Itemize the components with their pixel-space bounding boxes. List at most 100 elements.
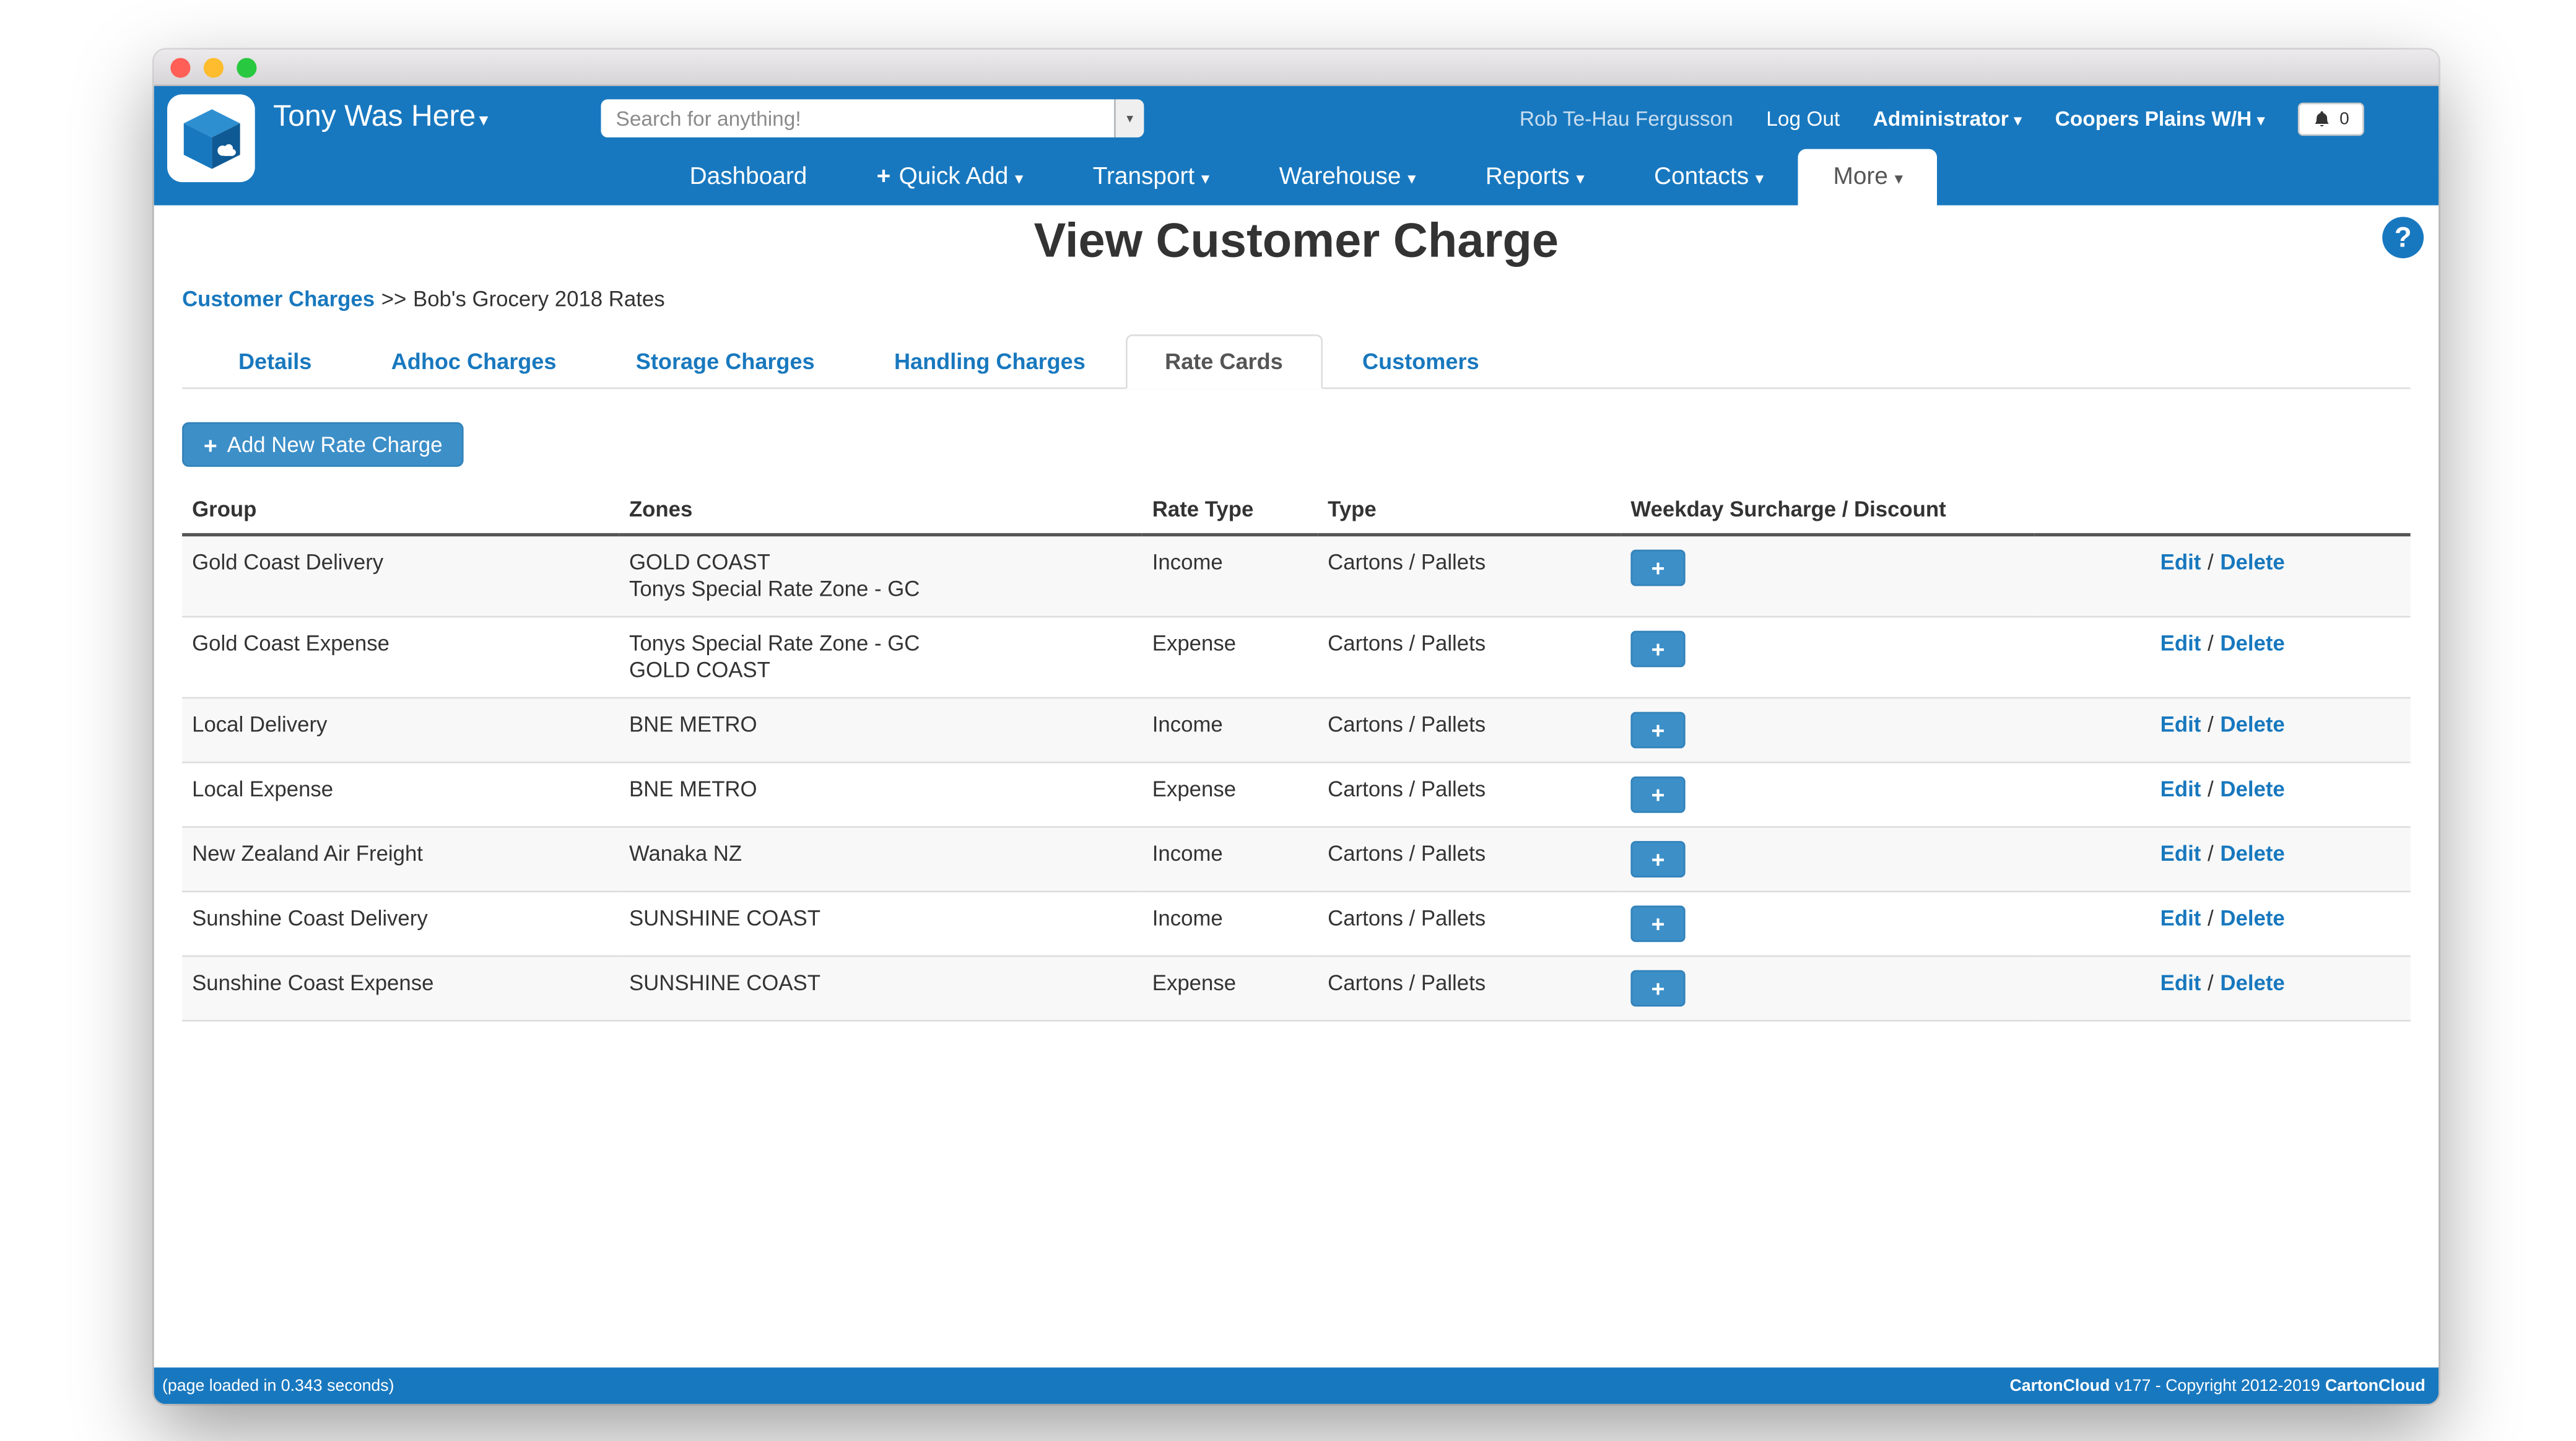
zoom-button[interactable] (237, 57, 257, 77)
current-user[interactable]: Rob Te-Hau Fergusson (1520, 108, 1733, 131)
action-separator: / (2208, 712, 2214, 737)
minimize-button[interactable] (203, 57, 224, 77)
nav-more[interactable]: More ▾ (1798, 149, 1938, 206)
caret-down-icon: ▾ (1576, 170, 1585, 189)
nav-label: Contacts (1654, 163, 1749, 191)
caret-down-icon: ▾ (1014, 170, 1024, 189)
add-weekday-surcharge-button[interactable]: + (1630, 549, 1686, 586)
cell-group: Gold Coast Expense (182, 616, 619, 699)
zone-line: BNE METRO (629, 712, 757, 737)
cell-rate-type: Income (1142, 534, 1318, 618)
window-titlebar (154, 50, 2439, 87)
cell-rate-type: Expense (1142, 616, 1318, 699)
caret-down-icon: ▾ (1408, 170, 1416, 189)
tab-storage-charges[interactable]: Storage Charges (596, 334, 855, 389)
nav-contacts[interactable]: Contacts ▾ (1619, 149, 1798, 206)
cell-type: Cartons / Pallets (1318, 891, 1621, 957)
notification-count: 0 (2339, 109, 2349, 129)
caret-down-icon: ▾ (1201, 170, 1210, 189)
delete-link[interactable]: Delete (2220, 841, 2284, 866)
cartoncloud-logo-icon[interactable] (167, 94, 255, 183)
add-weekday-surcharge-button[interactable]: + (1630, 970, 1686, 1007)
plus-icon: + (876, 163, 891, 191)
edit-link[interactable]: Edit (2160, 631, 2201, 656)
add-weekday-surcharge-button[interactable]: + (1630, 841, 1686, 877)
breadcrumb: Customer Charges >> Bob's Grocery 2018 Rat… (182, 287, 2439, 311)
cell-group: Local Expense (182, 762, 619, 828)
cell-actions: Edit / Delete (2034, 697, 2411, 764)
notifications-button[interactable]: 0 (2298, 102, 2364, 136)
cell-zones: Tonys Special Rate Zone - GC GOLD COAST (619, 616, 1142, 699)
add-weekday-surcharge-button[interactable]: + (1630, 776, 1686, 813)
col-header-zones: Zones (619, 487, 1142, 537)
help-icon[interactable]: ? (2382, 217, 2424, 259)
tab-adhoc-charges[interactable]: Adhoc Charges (352, 334, 596, 389)
cell-zones: Wanaka NZ (619, 827, 1142, 893)
col-header-group: Group (182, 487, 619, 537)
cell-weekday-surcharge: + (1621, 762, 2035, 828)
nav-warehouse[interactable]: Warehouse ▾ (1244, 149, 1450, 206)
zone-line: GOLD COAST (629, 657, 770, 682)
search-input[interactable] (601, 99, 1115, 137)
search-dropdown-button[interactable]: ▾ (1114, 99, 1144, 137)
action-separator: / (2208, 970, 2214, 995)
nav-label: Reports (1485, 163, 1570, 191)
cell-actions: Edit / Delete (2034, 762, 2411, 828)
edit-link[interactable]: Edit (2160, 841, 2201, 866)
col-header-weekday-surcharge: Weekday Surcharge / Discount (1621, 487, 2035, 537)
edit-link[interactable]: Edit (2160, 905, 2201, 930)
nav-transport[interactable]: Transport ▾ (1058, 149, 1245, 206)
nav-label: Transport (1092, 163, 1195, 191)
tab-handling-charges[interactable]: Handling Charges (855, 334, 1125, 389)
cell-group: New Zealand Air Freight (182, 827, 619, 893)
edit-link[interactable]: Edit (2160, 777, 2201, 801)
cell-zones: SUNSHINE COAST (619, 891, 1142, 957)
delete-link[interactable]: Delete (2220, 905, 2284, 930)
warehouse-dropdown[interactable]: Coopers Plains W/H ▾ (2055, 108, 2265, 131)
action-separator: / (2208, 841, 2214, 866)
caret-down-icon: ▾ (479, 111, 489, 131)
tab-customers[interactable]: Customers (1323, 334, 1519, 389)
footer-version-text: v177 - Copyright 2012-2019 (2115, 1377, 2320, 1395)
add-new-rate-charge-button[interactable]: + Add New Rate Charge (182, 422, 464, 467)
page-title: View Customer Charge (1033, 215, 1559, 269)
delete-link[interactable]: Delete (2220, 970, 2284, 995)
cell-group: Gold Coast Delivery (182, 534, 619, 618)
nav-reports[interactable]: Reports ▾ (1451, 149, 1619, 206)
cell-rate-type: Income (1142, 697, 1318, 764)
add-weekday-surcharge-button[interactable]: + (1630, 712, 1686, 749)
tab-details[interactable]: Details (199, 334, 352, 389)
log-out-link[interactable]: Log Out (1766, 108, 1840, 131)
edit-link[interactable]: Edit (2160, 970, 2201, 995)
global-search: ▾ (601, 99, 1144, 137)
cell-rate-type: Income (1142, 891, 1318, 957)
edit-link[interactable]: Edit (2160, 550, 2201, 575)
zone-line: Tonys Special Rate Zone - GC (629, 630, 920, 656)
nav-label: Dashboard (689, 163, 807, 191)
tenant-menu[interactable]: Tony Was Here ▾ (273, 99, 488, 134)
delete-link[interactable]: Delete (2220, 550, 2284, 575)
add-weekday-surcharge-button[interactable]: + (1630, 630, 1686, 668)
col-header-actions (2034, 487, 2411, 537)
cell-group: Local Delivery (182, 697, 619, 764)
table-row: Gold Coast Expense Tonys Special Rate Zo… (182, 616, 2411, 699)
role-label: Administrator (1873, 107, 2009, 131)
zone-line: Wanaka NZ (629, 841, 742, 866)
nav-quick-add[interactable]: + Quick Add ▾ (842, 149, 1058, 206)
cell-weekday-surcharge: + (1621, 616, 2035, 699)
cell-actions: Edit / Delete (2034, 891, 2411, 957)
breadcrumb-customer-charges-link[interactable]: Customer Charges (182, 287, 375, 311)
add-weekday-surcharge-button[interactable]: + (1630, 905, 1686, 943)
caret-down-icon: ▾ (1755, 170, 1764, 189)
zone-line: Tonys Special Rate Zone - GC (629, 576, 920, 601)
delete-link[interactable]: Delete (2220, 777, 2284, 801)
footer-brand: CartonCloud (2009, 1377, 2110, 1395)
role-dropdown[interactable]: Administrator ▾ (1873, 108, 2022, 131)
cell-zones: BNE METRO (619, 697, 1142, 764)
delete-link[interactable]: Delete (2220, 712, 2284, 737)
nav-dashboard[interactable]: Dashboard (655, 149, 842, 206)
edit-link[interactable]: Edit (2160, 712, 2201, 737)
tab-rate-cards[interactable]: Rate Cards (1125, 334, 1323, 390)
delete-link[interactable]: Delete (2220, 631, 2284, 656)
close-button[interactable] (170, 57, 191, 77)
